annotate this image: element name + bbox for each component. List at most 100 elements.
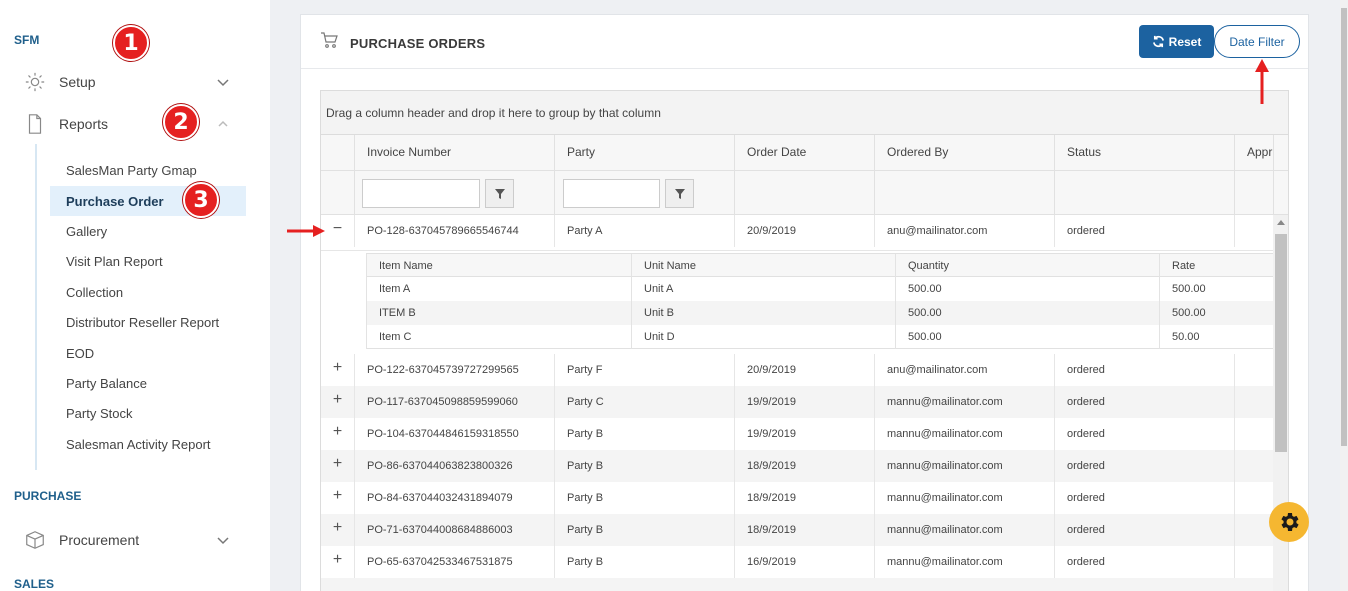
grid-scroll-thumb[interactable]: [1275, 234, 1287, 452]
sidebar-item-reports[interactable]: Reports: [0, 106, 260, 142]
sidebar-item-procurement[interactable]: Procurement: [0, 522, 260, 558]
table-row[interactable]: + PO-86-637044063823800326 Party B 18/9/…: [321, 450, 1273, 482]
cell-approval: [1234, 482, 1273, 514]
page-scroll-thumb[interactable]: [1341, 8, 1347, 446]
group-by-panel[interactable]: Drag a column header and drop it here to…: [321, 91, 1288, 135]
date-filter-button[interactable]: Date Filter: [1214, 25, 1300, 58]
reset-button[interactable]: Reset: [1139, 25, 1214, 58]
cell-approval: [1234, 386, 1273, 418]
cell-status: ordered: [1054, 450, 1234, 482]
cell-status: ordered: [1054, 514, 1234, 546]
sidebar-subitem-salesman-activity-report[interactable]: Salesman Activity Report: [50, 429, 246, 459]
expand-toggle[interactable]: +: [321, 482, 354, 514]
table-row[interactable]: + PO-117-637045098859599060 Party C 19/9…: [321, 386, 1273, 418]
table-row[interactable]: + PO-104-637044846159318550 Party B 19/9…: [321, 418, 1273, 450]
scroll-up-icon[interactable]: [1277, 219, 1285, 225]
cell-order-date: 16/9/2019: [734, 546, 874, 578]
expand-toggle[interactable]: +: [321, 546, 354, 578]
detail-row: Item A Unit A 500.00 500.00: [366, 277, 1274, 301]
detail-cell-quantity: 500.00: [895, 301, 1159, 325]
section-title-sfm: SFM: [14, 33, 40, 47]
table-row[interactable]: + PO-122-637045739727299565 Party F 20/9…: [321, 354, 1273, 386]
detail-header-quantity[interactable]: Quantity: [895, 254, 1159, 278]
header-ordered-by[interactable]: Ordered By: [874, 135, 1054, 171]
cell-order-date: 19/9/2019: [734, 386, 874, 418]
sidebar-item-setup[interactable]: Setup: [0, 64, 260, 100]
sidebar-subitem-gallery[interactable]: Gallery: [50, 216, 246, 246]
header-party[interactable]: Party: [554, 135, 734, 171]
table-row-partial[interactable]: [321, 578, 1273, 591]
detail-header-unit-name[interactable]: Unit Name: [631, 254, 895, 278]
expand-toggle[interactable]: +: [321, 450, 354, 482]
expand-toggle[interactable]: +: [321, 386, 354, 418]
sidebar-subitem-party-balance[interactable]: Party Balance: [50, 368, 246, 398]
detail-cell-item: Item C: [366, 325, 631, 349]
cell-status: ordered: [1054, 354, 1234, 386]
sidebar-item-label: Setup: [59, 74, 96, 90]
header-status[interactable]: Status: [1054, 135, 1234, 171]
sidebar-subitem-collection[interactable]: Collection: [50, 277, 246, 307]
cell-invoice: PO-71-637044008684886003: [354, 514, 554, 546]
purchase-orders-panel: PURCHASE ORDERS Reset Date Filter Drag a…: [300, 14, 1309, 591]
sidebar-subitem-distributor-reseller-report[interactable]: Distributor Reseller Report: [50, 307, 246, 337]
annotation-arrow-up-icon: [1255, 59, 1269, 104]
cell-ordered-by: anu@mailinator.com: [874, 354, 1054, 386]
sidebar-item-label: Reports: [59, 116, 109, 132]
chevron-down-icon: [217, 79, 229, 87]
sidebar-subitem-salesman-party-gmap[interactable]: SalesMan Party Gmap: [50, 155, 246, 185]
party-filter-input[interactable]: [563, 179, 660, 208]
cell-invoice: PO-117-637045098859599060: [354, 386, 554, 418]
filter-cell: [321, 171, 354, 215]
expand-toggle[interactable]: +: [321, 514, 354, 546]
settings-fab[interactable]: [1269, 502, 1309, 542]
document-icon: [28, 114, 42, 134]
cell-ordered-by: mannu@mailinator.com: [874, 546, 1054, 578]
filter-cell-empty: [1234, 171, 1273, 215]
expand-toggle[interactable]: +: [321, 418, 354, 450]
cell-ordered-by: mannu@mailinator.com: [874, 450, 1054, 482]
refresh-icon: [1152, 35, 1164, 48]
filter-cell-empty: [874, 171, 1054, 215]
invoice-filter-input[interactable]: [362, 179, 480, 208]
sidebar-subitem-visit-plan-report[interactable]: Visit Plan Report: [50, 246, 246, 276]
header-approval[interactable]: Appr: [1234, 135, 1273, 171]
sidebar-subitem-party-stock[interactable]: Party Stock: [50, 398, 246, 428]
annotation-badge-3: 3: [183, 182, 219, 218]
cell-approval: [1234, 215, 1273, 247]
header-invoice-number[interactable]: Invoice Number: [354, 135, 554, 171]
table-row[interactable]: + PO-71-637044008684886003 Party B 18/9/…: [321, 514, 1273, 546]
table-row[interactable]: − PO-128-637045789665546744 Party A 20/9…: [321, 215, 1273, 251]
section-title-sales: SALES: [14, 577, 55, 591]
cell-invoice: PO-104-637044846159318550: [354, 418, 554, 450]
reset-button-label: Reset: [1168, 34, 1202, 49]
sidebar: SFM Setup Reports SalesMan Party Gmap Pu…: [0, 0, 270, 591]
party-filter-button[interactable]: [665, 179, 694, 208]
page-title: PURCHASE ORDERS: [350, 36, 486, 51]
cell-status: ordered: [1054, 215, 1234, 247]
detail-cell-rate: 50.00: [1159, 325, 1274, 349]
detail-cell-quantity: 500.00: [895, 277, 1159, 301]
cell-invoice: PO-128-637045789665546744: [354, 215, 554, 247]
cell-invoice: PO-65-637042533467531875: [354, 546, 554, 578]
header-expander: [321, 135, 354, 171]
page-scrollbar[interactable]: [1340, 0, 1348, 591]
invoice-filter-button[interactable]: [485, 179, 514, 208]
filter-cell-empty: [734, 171, 874, 215]
expand-toggle[interactable]: +: [321, 354, 354, 386]
header-order-date[interactable]: Order Date: [734, 135, 874, 171]
sidebar-subitem-eod[interactable]: EOD: [50, 338, 246, 368]
cell-status: ordered: [1054, 546, 1234, 578]
annotation-arrow-right-icon: [287, 225, 325, 237]
gear-icon: [25, 72, 45, 92]
cell-order-date: 18/9/2019: [734, 482, 874, 514]
cell-ordered-by: anu@mailinator.com: [874, 215, 1054, 247]
filter-cell-spacer: [1273, 171, 1288, 215]
cell-approval: [1234, 418, 1273, 450]
table-row[interactable]: + PO-65-637042533467531875 Party B 16/9/…: [321, 546, 1273, 578]
cell-party: Party B: [554, 514, 734, 546]
detail-row: ITEM B Unit B 500.00 500.00: [366, 301, 1274, 325]
detail-header-item-name[interactable]: Item Name: [366, 254, 631, 278]
detail-header-rate[interactable]: Rate: [1159, 254, 1274, 278]
table-row[interactable]: + PO-84-637044032431894079 Party B 18/9/…: [321, 482, 1273, 514]
shopping-cart-icon: [321, 32, 338, 48]
